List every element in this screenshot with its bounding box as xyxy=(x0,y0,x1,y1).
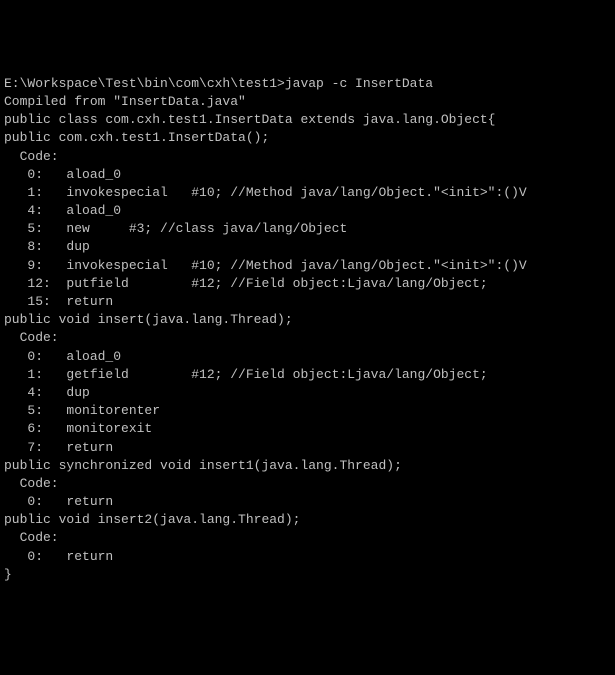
terminal-line: 9: invokespecial #10; //Method java/lang… xyxy=(4,257,611,275)
terminal-line: Code: xyxy=(4,329,611,347)
terminal-line: 15: return xyxy=(4,293,611,311)
terminal-line: Code: xyxy=(4,475,611,493)
terminal-line: 12: putfield #12; //Field object:Ljava/l… xyxy=(4,275,611,293)
terminal-output: E:\Workspace\Test\bin\com\cxh\test1>java… xyxy=(4,75,611,584)
terminal-line: 7: return xyxy=(4,439,611,457)
terminal-line: E:\Workspace\Test\bin\com\cxh\test1>java… xyxy=(4,75,611,93)
terminal-line: public com.cxh.test1.InsertData(); xyxy=(4,129,611,147)
terminal-line: 0: aload_0 xyxy=(4,348,611,366)
terminal-line: 1: invokespecial #10; //Method java/lang… xyxy=(4,184,611,202)
terminal-line: 5: new #3; //class java/lang/Object xyxy=(4,220,611,238)
terminal-line: Compiled from "InsertData.java" xyxy=(4,93,611,111)
terminal-line: 5: monitorenter xyxy=(4,402,611,420)
terminal-line: 6: monitorexit xyxy=(4,420,611,438)
terminal-line: } xyxy=(4,566,611,584)
terminal-line: 1: getfield #12; //Field object:Ljava/la… xyxy=(4,366,611,384)
terminal-line: public void insert2(java.lang.Thread); xyxy=(4,511,611,529)
terminal-line: 0: aload_0 xyxy=(4,166,611,184)
terminal-line: 8: dup xyxy=(4,238,611,256)
terminal-line: 0: return xyxy=(4,548,611,566)
terminal-line: 4: dup xyxy=(4,384,611,402)
terminal-line: 0: return xyxy=(4,493,611,511)
terminal-line: Code: xyxy=(4,529,611,547)
terminal-line: Code: xyxy=(4,148,611,166)
terminal-line: public void insert(java.lang.Thread); xyxy=(4,311,611,329)
terminal-line: public class com.cxh.test1.InsertData ex… xyxy=(4,111,611,129)
terminal-line: 4: aload_0 xyxy=(4,202,611,220)
terminal-line: public synchronized void insert1(java.la… xyxy=(4,457,611,475)
